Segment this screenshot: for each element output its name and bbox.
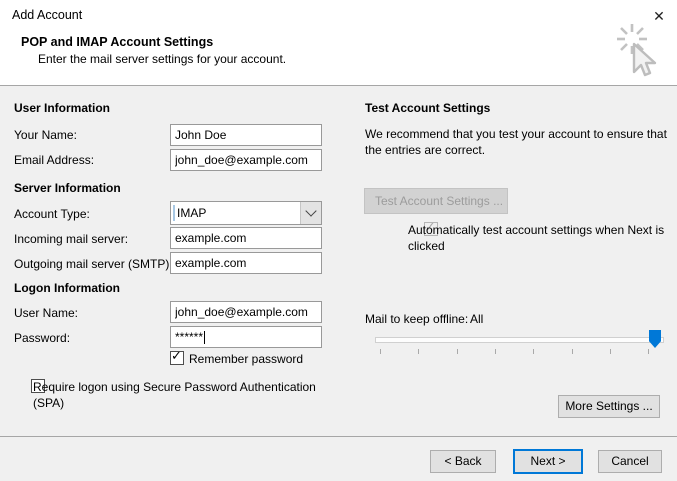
spa-label[interactable]: Require logon using Secure Password Auth… [33, 379, 333, 411]
account-type-label: Account Type: [14, 207, 90, 221]
page-title: POP and IMAP Account Settings [21, 35, 214, 49]
your-name-label: Your Name: [14, 128, 77, 142]
mail-offline-label: Mail to keep offline: [365, 312, 469, 326]
your-name-input[interactable] [170, 124, 322, 146]
checkmark-icon: ✓ [171, 348, 182, 363]
user-name-input[interactable] [170, 301, 322, 323]
slider-tick [572, 349, 573, 354]
mail-offline-value: All [470, 312, 484, 326]
back-button[interactable]: < Back [430, 450, 496, 473]
account-type-value: IMAP [177, 206, 207, 220]
logon-information-heading: Logon Information [14, 281, 120, 295]
auto-test-label: Automatically test account settings when… [408, 223, 665, 253]
slider-tick [610, 349, 611, 354]
text-caret [204, 331, 206, 345]
user-information-heading: User Information [14, 101, 111, 115]
incoming-server-input[interactable] [170, 227, 322, 249]
add-account-dialog: Add Account ✕ POP and IMAP Account Setti… [0, 0, 677, 481]
slider-tick [533, 349, 534, 354]
remember-password-checkbox[interactable]: ✓ [170, 348, 184, 365]
outgoing-server-label: Outgoing mail server (SMTP): [14, 257, 173, 271]
slider-tick [648, 349, 649, 354]
email-address-label: Email Address: [14, 153, 95, 167]
cursor-click-icon [610, 22, 672, 87]
more-settings-button[interactable]: More Settings ... [558, 395, 660, 418]
cancel-button[interactable]: Cancel [598, 450, 662, 473]
window-title: Add Account [12, 8, 83, 22]
offline-slider-track[interactable] [375, 337, 664, 343]
combobox-dropdown-button[interactable] [300, 202, 321, 224]
offline-slider-thumb[interactable] [649, 330, 661, 348]
email-address-input[interactable] [170, 149, 322, 171]
password-masked-value: ****** [175, 330, 204, 344]
page-subtitle: Enter the mail server settings for your … [38, 52, 287, 66]
account-type-combobox[interactable]: IMAP [170, 201, 322, 225]
password-label: Password: [14, 331, 71, 345]
footer-divider [0, 436, 677, 437]
chevron-down-icon [305, 205, 317, 217]
server-information-heading: Server Information [14, 181, 121, 195]
test-account-settings-button[interactable]: Test Account Settings ... [364, 188, 508, 214]
slider-tick [457, 349, 458, 354]
test-description: We recommend that you test your account … [365, 127, 667, 157]
remember-password-label[interactable]: Remember password [189, 352, 303, 366]
next-button[interactable]: Next > [513, 449, 583, 474]
slider-tick [495, 349, 496, 354]
password-input[interactable]: ****** [170, 326, 322, 348]
slider-tick [380, 349, 381, 354]
slider-tick [418, 349, 419, 354]
user-name-label: User Name: [14, 306, 79, 320]
outgoing-server-input[interactable] [170, 252, 322, 274]
incoming-server-label: Incoming mail server: [14, 232, 129, 246]
test-account-settings-heading: Test Account Settings [365, 101, 491, 115]
